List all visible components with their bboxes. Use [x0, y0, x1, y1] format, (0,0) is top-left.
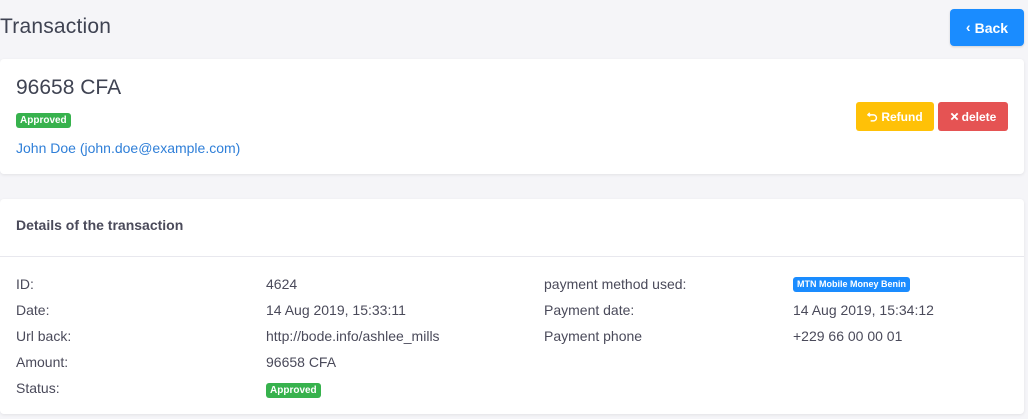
- detail-label-amount: Amount:: [16, 354, 69, 370]
- details-values-left: 4624 14 Aug 2019, 15:33:11 http://bode.i…: [266, 275, 440, 405]
- transaction-amount: 96658 CFA: [16, 76, 122, 99]
- detail-value-payment-method: MTN Mobile Money Benin: [793, 275, 934, 301]
- detail-label-date: Date:: [16, 302, 50, 318]
- details-labels-right: payment method used: Payment date: Payme…: [544, 275, 686, 353]
- detail-label-payment-date: Payment date:: [544, 302, 635, 318]
- detail-value-date: 14 Aug 2019, 15:33:11: [266, 302, 406, 318]
- detail-value-payment-phone: +229 66 00 00 01: [793, 328, 903, 344]
- chevron-left-icon: ‹: [965, 18, 971, 35]
- detail-value-payment-date: 14 Aug 2019, 15:34:12: [793, 302, 934, 318]
- delete-button[interactable]: delete: [938, 102, 1008, 131]
- transaction-details-card: Details of the transaction ID: Date: Url…: [0, 199, 1024, 414]
- close-icon: [950, 112, 958, 121]
- refund-button-label: Refund: [881, 109, 923, 124]
- transaction-summary-card: 96658 CFA Approved John Doe (john.doe@ex…: [0, 59, 1024, 174]
- detail-value-status: Approved: [266, 379, 440, 405]
- detail-label-payment-method: payment method used:: [544, 276, 687, 292]
- detail-label-payment-phone: Payment phone: [544, 328, 643, 344]
- details-heading: Details of the transaction: [16, 217, 184, 233]
- detail-label-url-back: Url back:: [16, 328, 72, 344]
- status-badge: Approved: [266, 383, 321, 398]
- details-values-right: MTN Mobile Money Benin 14 Aug 2019, 15:3…: [793, 275, 934, 353]
- detail-value-id: 4624: [266, 276, 298, 292]
- details-labels-left: ID: Date: Url back: Amount: Status:: [16, 275, 71, 405]
- refund-button[interactable]: Refund: [856, 102, 934, 131]
- detail-label-status: Status:: [16, 380, 60, 396]
- customer-link[interactable]: John Doe (john.doe@example.com): [16, 140, 240, 156]
- detail-value-url-back: http://bode.info/ashlee_mills: [266, 328, 440, 344]
- page-title: Transaction: [0, 15, 112, 38]
- detail-value-amount: 96658 CFA: [266, 354, 337, 370]
- payment-method-badge: MTN Mobile Money Benin: [793, 277, 910, 292]
- undo-icon: [867, 112, 878, 122]
- detail-label-id: ID:: [16, 276, 34, 292]
- delete-button-label: delete: [961, 109, 997, 124]
- status-badge: Approved: [16, 113, 71, 128]
- details-header: Details of the transaction: [0, 199, 1024, 257]
- back-button-label: Back: [974, 19, 1009, 36]
- back-button[interactable]: ‹ Back: [950, 9, 1024, 46]
